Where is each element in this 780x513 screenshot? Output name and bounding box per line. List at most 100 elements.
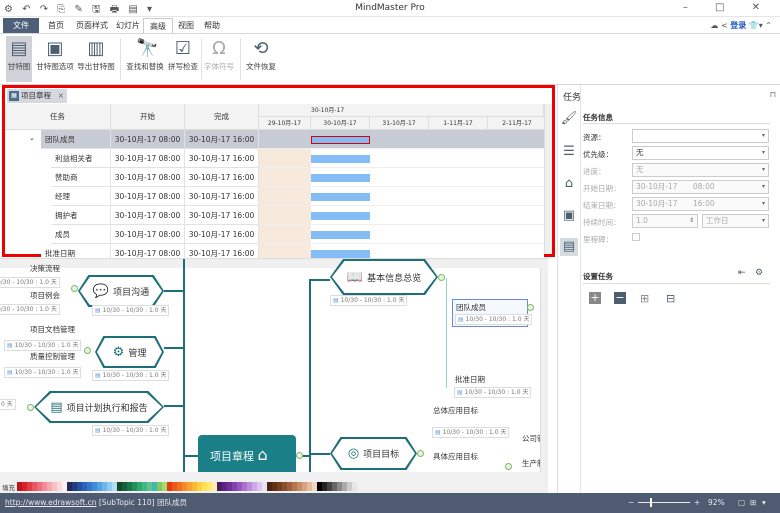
topic-plan[interactable]: ▤ 项目计划执行和报告	[34, 391, 164, 423]
zoom-out-button[interactable]: −	[628, 493, 634, 513]
gantt-tab[interactable]: ▦ 项目章程 ×	[7, 89, 67, 103]
task-bar[interactable]	[311, 193, 370, 201]
list-icon[interactable]: ☰	[560, 143, 578, 161]
topic-communication[interactable]: 💬 项目沟通	[78, 275, 164, 307]
fit-page-icon[interactable]: ▢	[738, 493, 745, 513]
end-date-picker[interactable]: 30-10月-17 16:00 ▾	[632, 197, 769, 211]
collapse-toggle[interactable]	[27, 404, 34, 411]
zoom-slider[interactable]	[638, 502, 690, 503]
find-replace-button[interactable]: 🔭 查找和替换	[124, 36, 166, 82]
header-end[interactable]: 完成	[185, 104, 259, 130]
remove-subtask-button[interactable]: ⊟	[666, 292, 675, 305]
task-settings-icon[interactable]: ⚙	[755, 268, 763, 278]
task-name-cell[interactable]: 成员	[51, 225, 111, 244]
export-gantt-button[interactable]: ▥ 导出甘特图	[76, 36, 116, 82]
task-name-cell[interactable]: 利益相关者	[51, 149, 111, 168]
canvas-vertical-scrollbar[interactable]	[540, 268, 548, 473]
milestone-checkbox[interactable]	[632, 233, 640, 241]
tab-home[interactable]: 首页	[42, 18, 70, 33]
file-recovery-button[interactable]: ⟲ 文件恢复	[244, 36, 278, 82]
outline-icon[interactable]: ▣	[560, 207, 578, 225]
calendar-icon[interactable]: ▤	[560, 238, 578, 256]
subtopic-docs[interactable]: 项目文档管理	[30, 324, 75, 335]
task-bar[interactable]	[311, 212, 370, 220]
end-cell[interactable]: 30-10月-17 16:00	[185, 149, 259, 168]
collapse-toggle[interactable]	[527, 304, 534, 311]
end-cell[interactable]: 30-10月-17 16:00	[185, 206, 259, 225]
subtopic-team-selected[interactable]: 团队成员 ▤ 10/30 - 10/30 : 1.0 天	[452, 299, 533, 327]
task-bar[interactable]	[311, 250, 370, 258]
collapse-toggle[interactable]	[438, 274, 445, 281]
pin-icon[interactable]: ⊓	[770, 90, 776, 99]
task-name-cell[interactable]: 赞助商	[51, 168, 111, 187]
login-link[interactable]: 登录	[730, 21, 746, 30]
task-bar[interactable]	[311, 231, 370, 239]
start-cell[interactable]: 30-10月-17 08:00	[111, 206, 185, 225]
collapse-toggle[interactable]	[84, 347, 91, 354]
tab-view[interactable]: 视图	[172, 18, 200, 33]
gantt-button[interactable]: ▤ 甘特图	[6, 36, 32, 82]
fit-width-icon[interactable]: ⊞	[750, 493, 756, 513]
topic-goal[interactable]: ◎ 项目目标	[330, 437, 417, 470]
cloud-icon[interactable]: ☁	[710, 21, 718, 30]
collapse-toggle[interactable]	[296, 452, 303, 459]
spellcheck-button[interactable]: ☑ 拼写检查	[168, 36, 198, 82]
close-icon[interactable]: ×	[58, 89, 64, 103]
duration-stepper[interactable]: 1.0 ⇕	[632, 214, 698, 228]
end-cell[interactable]: 30-10月-17 16:00	[185, 168, 259, 187]
remove-task-button[interactable]: −	[614, 292, 626, 304]
skin-icon[interactable]: 👕▾	[749, 21, 763, 30]
gantt-options-button[interactable]: ▣ 甘特图选项	[35, 36, 75, 82]
task-bar[interactable]	[311, 174, 370, 182]
end-cell[interactable]: 30-10月-17 16:00	[185, 225, 259, 244]
header-task[interactable]: 任务	[5, 104, 111, 130]
resource-select[interactable]: ▾	[632, 129, 769, 143]
subtopic-quality[interactable]: 质量控制管理	[30, 351, 75, 362]
zoom-in-button[interactable]: +	[694, 493, 700, 513]
gantt-vertical-scrollbar[interactable]	[544, 104, 552, 254]
brush-icon[interactable]: 🖌	[560, 110, 578, 128]
collapse-toggle[interactable]	[417, 450, 424, 457]
progress-select[interactable]: 无 ▾	[632, 163, 769, 177]
subtopic-approve[interactable]: 批准日期	[455, 374, 485, 385]
priority-select[interactable]: 无 ▾	[632, 146, 769, 160]
tab-file[interactable]: 文件	[3, 18, 39, 33]
outdent-icon[interactable]: ⇤	[738, 268, 746, 278]
task-bar[interactable]	[311, 155, 370, 163]
duration-unit-select[interactable]: 工作日 ▾	[702, 214, 769, 228]
collapse-ribbon-icon[interactable]: ⌃	[765, 21, 772, 30]
share-icon[interactable]: <	[721, 21, 728, 30]
central-topic[interactable]: 项目章程 ⌂	[198, 435, 296, 472]
subtopic-specific-goal[interactable]: 具体应用目标	[433, 451, 478, 462]
start-cell[interactable]: 30-10月-17 08:00	[111, 187, 185, 206]
tab-page-style[interactable]: 页面样式	[70, 18, 114, 33]
chevron-down-icon[interactable]: ⌄	[29, 134, 35, 142]
collapse-toggle[interactable]	[505, 463, 512, 470]
end-cell[interactable]: 30-10月-17 16:00	[185, 187, 259, 206]
tab-slides[interactable]: 幻灯片	[110, 18, 146, 33]
topic-overview[interactable]: 📖 基本信息总览	[330, 259, 438, 295]
zoom-slider-thumb[interactable]	[650, 498, 652, 507]
add-subtask-button[interactable]: ⊞	[640, 292, 649, 305]
start-date-picker[interactable]: 30-10月-17 08:00 ▾	[632, 180, 769, 194]
subtopic-decision[interactable]: 决策流程	[30, 263, 60, 274]
presentation-icon[interactable]: ▾	[762, 493, 766, 513]
add-task-button[interactable]: +	[589, 292, 601, 304]
start-cell[interactable]: 30-10月-17 08:00	[111, 130, 185, 149]
window-controls[interactable]: – □ ✕	[683, 2, 772, 13]
start-cell[interactable]: 30-10月-17 08:00	[111, 225, 185, 244]
canvas-horizontal-scrollbar[interactable]	[0, 472, 548, 480]
end-cell[interactable]: 30-10月-17 16:00	[185, 130, 259, 149]
task-name-cell[interactable]: 拥护者	[51, 206, 111, 225]
task-name-cell[interactable]: 团队成员	[41, 130, 111, 149]
symbol-button[interactable]: Ω 字体符号	[204, 36, 234, 82]
task-bar[interactable]	[311, 136, 370, 144]
collapse-toggle[interactable]	[71, 285, 78, 292]
mindmap-canvas[interactable]: 💬项目沟通 ▤ 10/30 - 10/30 : 1.0 天 决策流程 10/30…	[0, 258, 548, 480]
subtopic-overall-goal[interactable]: 总体应用目标	[433, 405, 478, 416]
shape-icon[interactable]: ⌂	[560, 175, 578, 193]
start-cell[interactable]: 30-10月-17 08:00	[111, 149, 185, 168]
color-swatch[interactable]	[352, 482, 357, 491]
topic-management[interactable]: ⚙ 管理	[95, 336, 164, 368]
header-start[interactable]: 开始	[111, 104, 185, 130]
